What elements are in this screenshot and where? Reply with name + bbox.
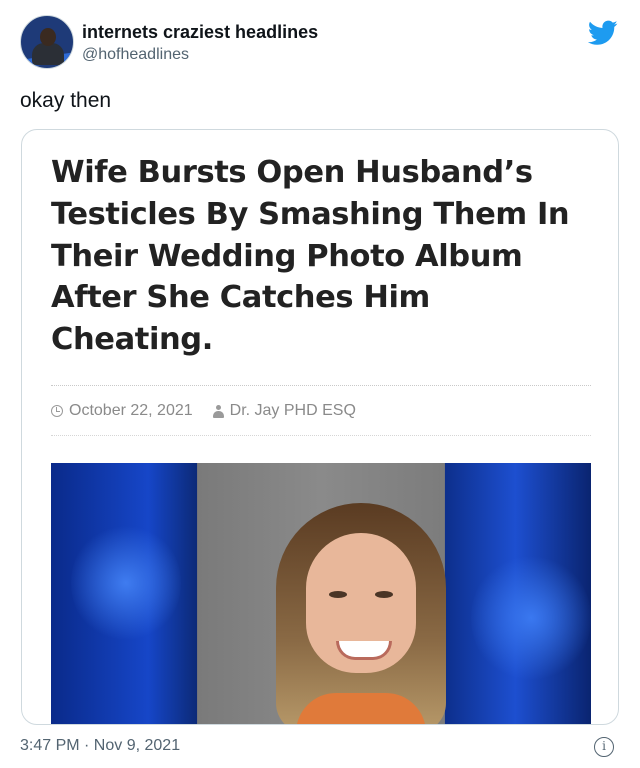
avatar-body xyxy=(32,43,64,65)
clock-icon xyxy=(51,405,63,417)
background-glow xyxy=(471,553,591,683)
portrait-shirt xyxy=(296,693,426,724)
background-glow xyxy=(71,523,181,643)
portrait-eye xyxy=(329,591,347,598)
avatar[interactable] xyxy=(20,15,74,69)
divider xyxy=(51,435,591,436)
article-meta: October 22, 2021 Dr. Jay PHD ESQ xyxy=(51,402,356,420)
article-author: Dr. Jay PHD ESQ xyxy=(229,402,356,419)
tweet-timestamp[interactable]: 3:47 PM · Nov 9, 2021 xyxy=(20,737,180,755)
divider xyxy=(51,385,591,386)
portrait-eye xyxy=(375,591,393,598)
avatar-head xyxy=(40,28,56,46)
link-preview-card[interactable]: Wife Bursts Open Husband’s Testicles By … xyxy=(21,129,619,725)
tweet-text: okay then xyxy=(20,89,112,112)
article-date: October 22, 2021 xyxy=(69,402,193,419)
account-handle[interactable]: @hofheadlines xyxy=(82,46,189,64)
account-display-name[interactable]: internets craziest headlines xyxy=(82,22,318,43)
twitter-bird-icon[interactable] xyxy=(588,20,618,46)
article-headline[interactable]: Wife Bursts Open Husband’s Testicles By … xyxy=(51,152,596,361)
article-photo[interactable] xyxy=(51,463,591,724)
user-icon xyxy=(212,404,224,418)
info-icon[interactable]: i xyxy=(594,737,614,757)
